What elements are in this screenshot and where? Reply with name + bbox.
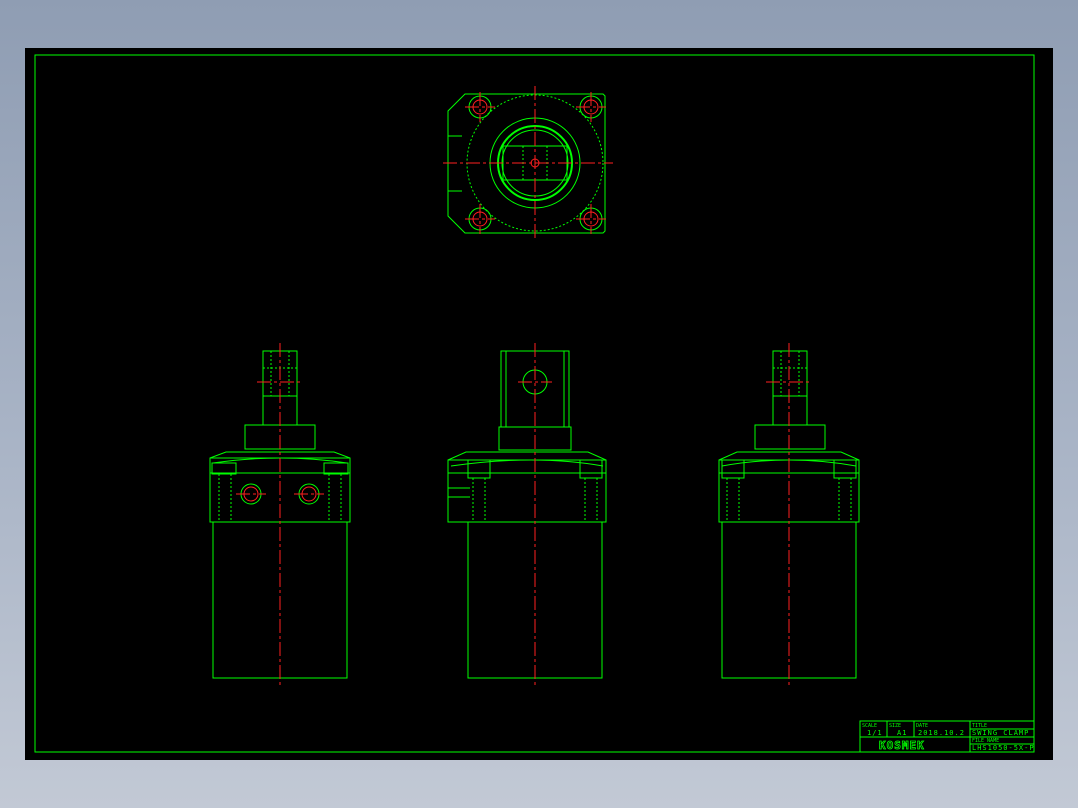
- title-block: SCALE 1/1 SIZE A1 DATE 2018.10.2 TITLE S…: [859, 720, 1035, 753]
- side-view-right: [718, 343, 860, 688]
- side-view-left: [209, 343, 351, 688]
- date-value: 2018.10.2: [918, 729, 965, 737]
- top-view: [443, 86, 613, 240]
- side-view-center: [447, 343, 607, 688]
- filename-value: LHS1050-5X-P: [972, 744, 1035, 752]
- size-value: A1: [897, 729, 907, 737]
- scale-value: 1/1: [867, 729, 883, 737]
- logo-text: KOSMEK: [879, 739, 925, 752]
- cad-viewport[interactable]: SCALE 1/1 SIZE A1 DATE 2018.10.2 TITLE S…: [25, 48, 1053, 760]
- title-value: SWING CLAMP: [972, 729, 1029, 737]
- drawing-sheet: SCALE 1/1 SIZE A1 DATE 2018.10.2 TITLE S…: [34, 54, 1035, 753]
